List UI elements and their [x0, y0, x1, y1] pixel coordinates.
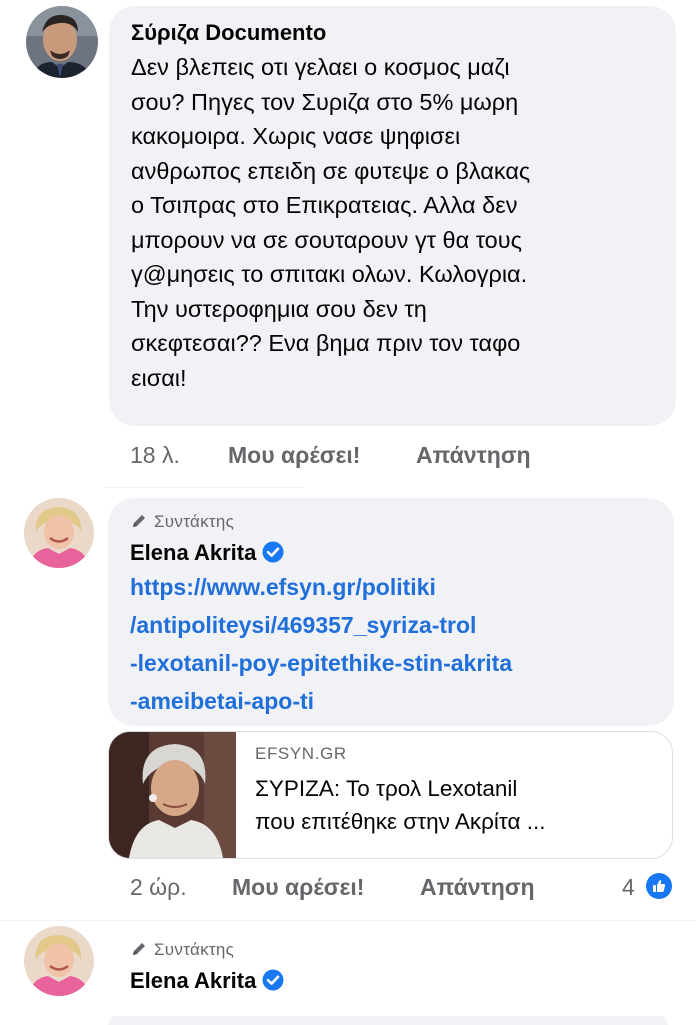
preview-thumbnail [109, 732, 236, 858]
link-line[interactable]: /antipoliteysi/469357_syriza-trol [130, 606, 670, 644]
comment-header: Συντάκτης Elena Akrita [130, 940, 630, 1000]
comment-text: Δεν βλεπεις οτι γελαει ο κοσμος μαζι σου… [131, 50, 671, 395]
comment-line: μπορουν να σε σουταρουν γτ θα τους [131, 226, 522, 253]
comment-author: Elena Akrita [130, 968, 284, 994]
comment-line: εισαι! [131, 364, 187, 391]
comment-line: Δεν βλεπεις οτι γελαει ο κοσμος μαζι [131, 54, 510, 80]
user-photo [24, 498, 94, 568]
comment-bubble: Σύριζα Documento Δεν βλεπεις οτι γελαει … [109, 6, 676, 426]
comment-link[interactable]: https://www.efsyn.gr/politiki /antipolit… [130, 568, 670, 720]
reply-button[interactable]: Απάντηση [416, 442, 531, 469]
comment-line: κακομοιρα. Χωρις νασε ψηφισει [131, 123, 461, 149]
verified-badge-icon [262, 969, 284, 991]
comment-timestamp[interactable]: 18 λ. [130, 442, 180, 469]
author-name[interactable]: Elena Akrita [130, 540, 256, 565]
comment-line: γ@μησεις το σπιτακι ολων. Κωλογρια. [131, 261, 528, 287]
verified-badge-icon [262, 541, 284, 563]
avatar[interactable] [26, 6, 98, 78]
avatar[interactable] [24, 926, 94, 996]
comment-author[interactable]: Σύριζα Documento [131, 20, 326, 46]
link-line[interactable]: -lexotanil-poy-epitethike-stin-akrita [130, 644, 670, 682]
comment-author: Elena Akrita [130, 540, 284, 566]
like-reaction-icon[interactable] [646, 873, 672, 899]
reaction-count[interactable]: 4 [622, 874, 635, 901]
comment-line: σου? Πηγες τον Συριζα στο 5% μωρη [131, 88, 519, 115]
avatar[interactable] [24, 498, 94, 568]
preview-title-line: ΣΥΡΙΖΑ: Το τρολ Lexotanil [255, 776, 518, 801]
preview-title: ΣΥΡΙΖΑ: Το τρολ Lexotanil που επιτέθηκε … [255, 772, 655, 838]
comment-line: σκεφτεσαι?? Ενα βημα πριν τον ταφο [131, 330, 521, 356]
like-button[interactable]: Μου αρέσει! [228, 442, 360, 469]
pencil-icon [133, 515, 145, 527]
preview-title-line: που επιτέθηκε στην Ακρίτα ... [255, 809, 546, 834]
divider [0, 920, 696, 921]
preview-domain: EFSYN.GR [255, 744, 347, 763]
link-preview-card[interactable]: EFSYN.GR ΣΥΡΙΖΑ: Το τρολ Lexotanil που ε… [108, 731, 673, 859]
next-content-edge [108, 1016, 668, 1025]
comment-line: ανθρωπος επειδη σε φυτεψε ο βλακας [131, 157, 531, 184]
role-badge: Συντάκτης [130, 940, 234, 960]
comment-bubble: Συντάκτης Elena Akrita https://www.efsyn… [108, 498, 674, 726]
pencil-icon [133, 943, 145, 955]
like-button[interactable]: Μου αρέσει! [232, 874, 364, 901]
user-photo [26, 6, 98, 78]
link-line[interactable]: https://www.efsyn.gr/politiki [130, 568, 670, 606]
reply-button[interactable]: Απάντηση [420, 874, 535, 901]
comment-timestamp[interactable]: 2 ώρ. [130, 874, 187, 901]
link-line[interactable]: -ameibetai-apo-ti [130, 682, 670, 720]
role-label: Συντάκτης [154, 940, 235, 959]
divider [104, 487, 304, 488]
comment-actions: 18 λ. Μου αρέσει! Απάντηση [130, 442, 630, 472]
comment-actions: 2 ώρ. Μου αρέσει! Απάντηση [130, 874, 630, 904]
comment-line: ο Τσιπρας στο Επικρατειας. Αλλα δεν [131, 192, 518, 218]
author-name[interactable]: Elena Akrita [130, 968, 256, 993]
user-photo [24, 926, 94, 996]
comment-line: Την υστεροφημια σου δεν τη [131, 295, 427, 322]
role-label: Συντάκτης [154, 512, 235, 531]
role-badge: Συντάκτης [130, 512, 234, 532]
